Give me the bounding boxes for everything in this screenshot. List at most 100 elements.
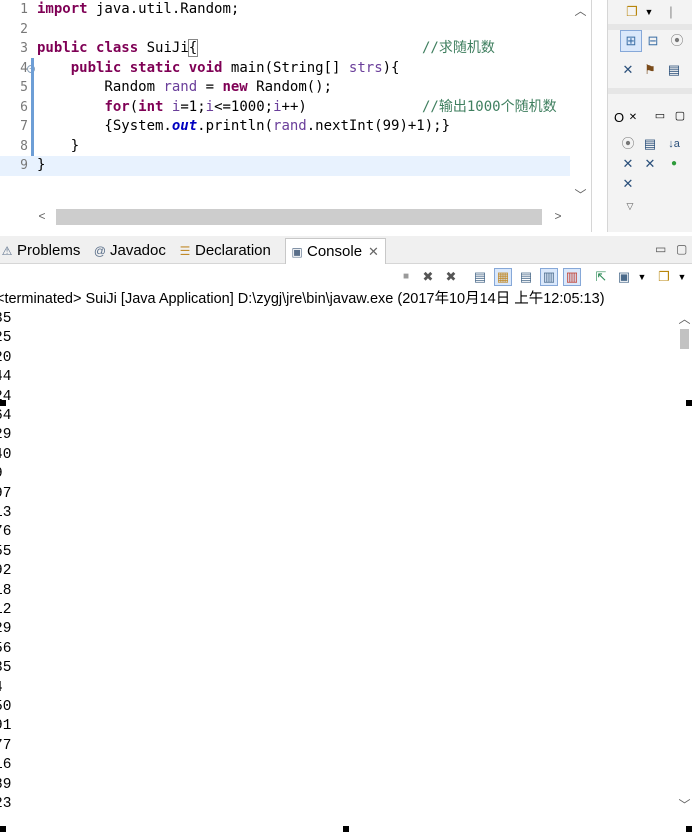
scroll-lock-icon[interactable]: ▦ — [494, 268, 512, 286]
resize-handle[interactable] — [0, 826, 6, 832]
code-line[interactable]: 3 public class SuiJi{//求随机数 — [0, 39, 570, 59]
terminate-icon[interactable]: ■ — [398, 269, 414, 285]
editor-horizontal-scrollbar[interactable]: < > — [34, 206, 570, 228]
remove-all-terminated-icon[interactable]: ✖ — [443, 269, 459, 285]
scroll-down-icon[interactable]: ﹀ — [677, 796, 692, 813]
package-explorer-icon[interactable]: ⊟ — [645, 33, 661, 49]
code-line[interactable]: 6 for(int i=1;i<=1000;i++)//输出1000个随机数 — [0, 98, 570, 118]
remove-launch-icon[interactable]: ✖ — [420, 269, 436, 285]
code-token: strs — [348, 59, 383, 76]
pin-console-icon[interactable]: ⇱ — [593, 269, 609, 285]
resize-handle[interactable] — [686, 826, 692, 832]
bottom-view-tabs: ⚠ Problems @ Javadoc ☰ Declaration ▣ Console… — [0, 236, 692, 264]
code-text: public static void main(String[] strs){ — [37, 59, 400, 79]
code-line[interactable]: 2 — [0, 20, 570, 40]
chevron-down-icon[interactable]: ▼ — [674, 269, 690, 285]
resize-handle[interactable] — [686, 400, 692, 406]
hide-local-types-icon[interactable]: ✕ — [620, 176, 636, 192]
show-on-output-icon[interactable]: ▥ — [540, 268, 558, 286]
code-token: public — [37, 40, 88, 56]
tab-problems[interactable]: ⚠ Problems — [0, 238, 81, 264]
code-line[interactable]: 1 import java.util.Random; — [0, 0, 570, 20]
console-output-line: 35 — [0, 660, 12, 677]
tab-label: Javadoc — [110, 242, 166, 259]
tab-label: Console — [307, 243, 363, 260]
resize-handle[interactable] — [0, 400, 6, 406]
open-console-icon[interactable]: ❐ — [656, 269, 672, 285]
code-line[interactable]: 8 } — [0, 137, 570, 157]
console-toolbar: ■ ✖ ✖ ▤ ▦ ▤ ▥ ▥ ⇱ ▣ ▼ ❐ ▼ — [0, 264, 692, 290]
outline-view-title[interactable]: O — [614, 110, 624, 125]
scroll-down-icon[interactable]: ﹀ — [570, 186, 591, 203]
line-number: 1 — [20, 2, 28, 17]
minimize-icon[interactable]: ▭ — [652, 108, 668, 124]
line-number: 6 — [20, 99, 28, 115]
hide-static-icon[interactable]: ✕ — [620, 156, 636, 172]
code-text: Random rand = new Random(); — [37, 78, 332, 98]
scroll-right-icon[interactable]: > — [550, 209, 566, 223]
maximize-icon[interactable]: ▢ — [676, 242, 687, 256]
tab-declaration[interactable]: ☰ Declaration — [178, 238, 271, 264]
scroll-up-icon[interactable]: ︿ — [677, 310, 692, 327]
code-token: int — [138, 98, 164, 115]
scroll-up-icon[interactable]: ︿ — [570, 2, 591, 19]
minimize-view-icon[interactable]: ▤ — [666, 62, 682, 78]
close-icon[interactable]: ✕ — [625, 110, 641, 126]
maximize-icon[interactable]: ▢ — [672, 108, 688, 124]
editor-lines[interactable]: 1 import java.util.Random; 2 3 public class … — [0, 0, 570, 204]
code-token: void — [188, 59, 223, 76]
console-output-line: 4 — [0, 679, 3, 699]
tab-console[interactable]: ▣ Console ✕ — [285, 238, 386, 264]
code-token: class — [96, 40, 139, 56]
code-token: SuiJi — [138, 40, 189, 56]
code-line[interactable]: 7 {System.out.println(rand.nextInt(99)+1… — [0, 117, 570, 137]
display-console-icon[interactable]: ▣ — [616, 269, 632, 285]
console-output-line: 89 — [0, 776, 12, 793]
sync-icon[interactable]: ⦿ — [620, 136, 636, 152]
code-token: <=1000; — [214, 98, 274, 115]
code-line[interactable]: 5 Random rand = new Random(); — [0, 78, 570, 98]
new-view-icon[interactable]: ❐ — [624, 4, 640, 20]
console-vertical-scrollbar[interactable]: ︿ ﹀ — [677, 310, 692, 826]
filter-icon[interactable]: ⚑ — [642, 62, 658, 78]
tab-javadoc[interactable]: @ Javadoc — [93, 238, 166, 264]
clear-console-icon[interactable]: ▤ — [472, 269, 488, 285]
console-scroll-thumb[interactable] — [680, 329, 689, 349]
chevron-down-icon[interactable]: ▼ — [641, 4, 657, 20]
minimize-icon[interactable]: ▭ — [655, 242, 666, 256]
close-icon[interactable]: ✕ — [368, 244, 379, 259]
console-output-line: 35 — [0, 311, 12, 327]
code-text: } — [37, 156, 45, 176]
hide-fields-icon[interactable]: ▤ — [642, 136, 658, 152]
console-output-line: 64 — [0, 408, 12, 424]
console-output-line: 76 — [0, 524, 12, 541]
resize-handle[interactable] — [343, 826, 349, 832]
scroll-left-icon[interactable]: < — [34, 209, 50, 223]
code-token: ){ — [382, 59, 400, 76]
code-token: Random — [37, 79, 164, 95]
collapse-all-icon[interactable]: ✕ — [620, 62, 636, 78]
code-token: Random(); — [247, 79, 333, 95]
code-editor[interactable]: 1 import java.util.Random; 2 3 public class … — [0, 0, 592, 232]
editor-vertical-scrollbar[interactable]: ︿ ﹀ — [570, 0, 591, 205]
view-menu-icon[interactable]: ▽ — [622, 198, 638, 214]
hide-nonpublic-icon[interactable]: ✕ — [642, 156, 658, 172]
code-token: } — [37, 137, 80, 154]
sort-icon[interactable]: ↓a — [666, 136, 682, 152]
code-line[interactable]: 4− public static void main(String[] strs… — [0, 59, 570, 79]
code-token: {System. — [37, 118, 172, 134]
code-token: out — [171, 118, 198, 134]
line-number: 8 — [20, 138, 28, 154]
chevron-down-icon[interactable]: ▼ — [634, 269, 650, 285]
shapes-icon[interactable]: ⦿ — [669, 33, 685, 49]
word-wrap-icon[interactable]: ▤ — [518, 269, 534, 285]
code-line[interactable]: 9} — [0, 156, 570, 176]
console-output[interactable]: 3525204424642940997137655921812295635450… — [0, 310, 676, 826]
horizontal-scroll-thumb[interactable] — [56, 209, 542, 225]
green-dot-icon[interactable]: ● — [666, 156, 682, 172]
show-on-error-icon[interactable]: ▥ — [563, 268, 581, 286]
type-hierarchy-icon[interactable]: ⊞ — [623, 33, 639, 49]
